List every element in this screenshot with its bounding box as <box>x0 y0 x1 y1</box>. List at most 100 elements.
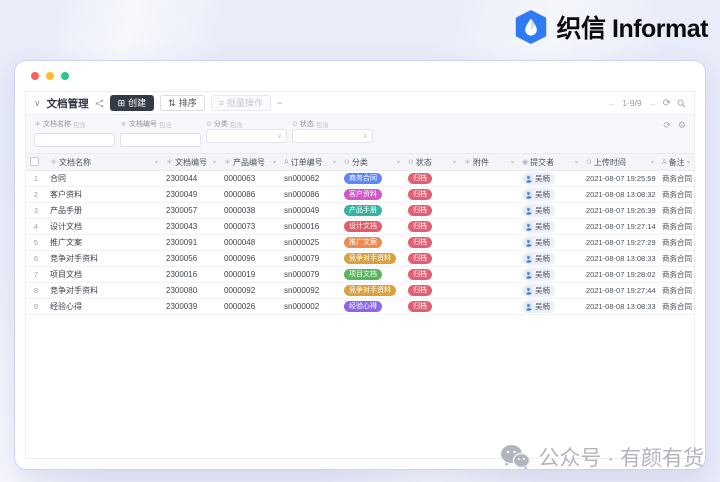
cell-category: 商务合同 <box>340 170 404 187</box>
column-header[interactable]: ＊ 文档名称 ▾ <box>46 154 162 171</box>
column-label: 状态 <box>415 157 432 167</box>
column-header[interactable]: ＊ 产品编号 ▾ <box>220 154 280 171</box>
table-row[interactable]: 8 竞争对手资料 2300080 0000092 sn000092 竞争对手资料… <box>26 282 694 299</box>
column-menu-icon[interactable]: ▾ <box>397 159 400 166</box>
cell-remark: 商务合同 <box>658 282 694 299</box>
column-menu-icon[interactable]: ▾ <box>687 159 690 166</box>
brand-logo-icon <box>515 10 546 44</box>
column-header[interactable]: ⊙ 上传时间 ▾ <box>582 154 658 171</box>
column-label: 分类 <box>351 157 368 167</box>
row-index: 8 <box>26 282 46 299</box>
category-tag: 经验心得 <box>344 300 382 313</box>
cell-doc-name[interactable]: 项目文档 <box>46 266 162 283</box>
cell-doc-name[interactable]: 产品手册 <box>46 202 162 219</box>
column-menu-icon[interactable]: ▾ <box>453 159 456 166</box>
watermark: 公众号 · 有颜有货 <box>500 442 704 472</box>
minimize-window-icon[interactable] <box>46 72 54 80</box>
column-header[interactable]: ◉ 提交者 ▾ <box>518 154 582 171</box>
maximize-window-icon[interactable] <box>61 72 69 80</box>
table-row[interactable]: 4 设计文档 2300043 0000073 sn000016 设计文档 归档 … <box>26 218 694 235</box>
sort-button[interactable]: ⇅ 排序 <box>160 95 205 111</box>
table-row[interactable]: 6 竞争对手资料 2300056 0000096 sn000079 竞争对手资料… <box>26 250 694 267</box>
cell-remark: 商务合同 <box>658 218 694 235</box>
avatar <box>524 302 533 311</box>
submitter-name: 吴楠 <box>535 254 550 263</box>
filter-input[interactable] <box>34 132 115 147</box>
more-actions-icon[interactable]: − <box>277 98 282 108</box>
avatar <box>524 222 533 231</box>
column-menu-icon[interactable]: ▾ <box>155 159 158 166</box>
column-label: 产品编号 <box>233 157 265 167</box>
toolbar: ∨ 文档管理 ⊞ 创建 ⇅ 排序 ≡ 批量操作 − ← 1-9/9 → ⟳ <box>26 92 694 115</box>
cell-order-no: sn000086 <box>280 186 340 203</box>
select-all-checkbox[interactable] <box>30 156 39 166</box>
submitter-chip: 吴楠 <box>522 188 555 201</box>
cell-doc-name[interactable]: 客户资料 <box>46 186 162 203</box>
column-menu-icon[interactable]: ▾ <box>273 159 276 166</box>
cell-category: 推广文案 <box>340 234 404 251</box>
create-button[interactable]: ⊞ 创建 <box>109 95 155 111</box>
table-row[interactable]: 7 项目文档 2300016 0000019 sn000079 项目文档 归档 … <box>26 266 694 283</box>
column-header[interactable]: ⊙ 状态 ▾ <box>404 154 460 171</box>
cell-upload-time: 2021-08-07 19:27:29 <box>582 234 658 251</box>
cell-status: 归档 <box>404 266 460 283</box>
cell-doc-name[interactable]: 合同 <box>46 170 162 187</box>
cell-submitter: 吴楠 <box>518 218 582 235</box>
brand-name: 织信 Informat <box>556 15 709 43</box>
row-index: 2 <box>26 186 46 203</box>
column-header[interactable]: ＊ 文档编号 ▾ <box>162 154 220 171</box>
filter-input[interactable] <box>120 132 201 147</box>
search-icon[interactable] <box>677 99 686 108</box>
select-all-cell <box>26 154 46 171</box>
table-row[interactable]: 9 经验心得 2300039 0000026 sn000002 经验心得 归档 … <box>26 298 694 315</box>
cell-doc-name[interactable]: 竞争对手资料 <box>46 282 162 299</box>
cell-attachment <box>460 250 518 267</box>
submitter-chip: 吴楠 <box>522 236 555 249</box>
column-header[interactable]: A 备注 ▾ <box>658 154 694 171</box>
cell-doc-name[interactable]: 竞争对手资料 <box>46 250 162 267</box>
chevron-down-icon[interactable]: ∨ <box>34 98 41 109</box>
row-index: 3 <box>26 202 46 219</box>
gear-icon[interactable]: ⚙ <box>678 120 686 131</box>
column-header[interactable]: ＊ 附件 ▾ <box>460 154 518 171</box>
close-window-icon[interactable] <box>31 72 39 80</box>
next-page-icon[interactable]: → <box>648 98 657 108</box>
column-label: 上传时间 <box>593 157 626 167</box>
share-icon[interactable] <box>95 99 104 108</box>
cell-status: 归档 <box>404 234 460 251</box>
filter-select[interactable]: ∨ <box>292 129 373 143</box>
batch-actions-button[interactable]: ≡ 批量操作 <box>210 95 271 111</box>
cell-upload-time: 2021-08-07 19:25:59 <box>582 170 658 187</box>
cell-doc-name[interactable]: 推广文案 <box>46 234 162 251</box>
table-row[interactable]: 1 合同 2300044 0000063 sn000062 商务合同 归档 吴楠… <box>26 170 694 187</box>
column-menu-icon[interactable]: ▾ <box>511 159 514 166</box>
column-menu-icon[interactable]: ▾ <box>575 159 578 166</box>
refresh-filters-icon[interactable]: ⟳ <box>663 120 671 131</box>
column-menu-icon[interactable]: ▾ <box>651 159 654 166</box>
table-row[interactable]: 5 推广文案 2300091 0000048 sn000025 推广文案 归档 … <box>26 234 694 251</box>
filter-select[interactable]: ∨ <box>206 129 287 143</box>
cell-status: 归档 <box>404 282 460 299</box>
cell-product-no: 0000038 <box>220 202 280 219</box>
column-header[interactable]: ⊙ 分类 ▾ <box>340 154 404 171</box>
filter-field-icon: ⊙ <box>292 120 298 128</box>
refresh-icon[interactable]: ⟳ <box>663 98 671 109</box>
cell-attachment <box>460 170 518 187</box>
cell-doc-name[interactable]: 设计文档 <box>46 218 162 235</box>
submitter-name: 吴楠 <box>535 270 550 279</box>
cell-doc-no: 2300049 <box>162 186 220 203</box>
submitter-chip: 吴楠 <box>522 284 555 297</box>
cell-remark: 商务合同 <box>658 266 694 283</box>
avatar <box>524 254 533 263</box>
cell-upload-time: 2021-08-08 13:08:33 <box>582 250 658 267</box>
prev-page-icon[interactable]: ← <box>607 98 616 108</box>
table-row[interactable]: 3 产品手册 2300057 0000038 sn000049 产品手册 归档 … <box>26 202 694 219</box>
cell-doc-name[interactable]: 经验心得 <box>46 298 162 315</box>
cell-status: 归档 <box>404 170 460 187</box>
column-header[interactable]: A 订单编号 ▾ <box>280 154 340 171</box>
table-row[interactable]: 2 客户资料 2300049 0000086 sn000086 客户资料 归档 … <box>26 186 694 203</box>
column-menu-icon[interactable]: ▾ <box>333 159 336 166</box>
filter-operator: 包含 <box>73 121 86 129</box>
submitter-chip: 吴楠 <box>522 204 555 217</box>
column-menu-icon[interactable]: ▾ <box>213 159 216 166</box>
